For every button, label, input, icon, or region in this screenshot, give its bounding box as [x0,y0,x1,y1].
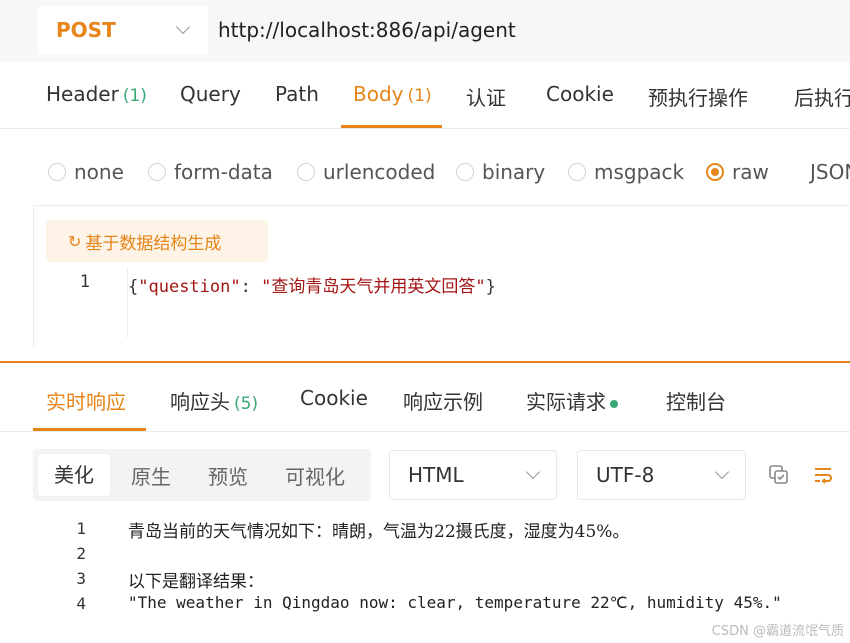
chevron-down-icon [714,464,730,480]
tab-label: Cookie [546,82,614,106]
tab-response-headers[interactable]: 响应头 (5) [170,386,258,415]
view-mode-tabs: 美化 原生 预览 可视化 [33,449,371,501]
radio-urlencoded[interactable]: urlencoded [297,160,435,184]
response-tabs: 实时响应 响应头 (5) Cookie 响应示例 实际请求 控制台 [0,366,850,430]
tab-body[interactable]: Body (1) [353,82,432,106]
watermark: CSDN @霸道流氓气质 [711,624,844,639]
wrap-lines-icon[interactable] [810,462,836,488]
radio-label: form-data [174,160,273,184]
json-value: "查询青岛天气并用英文回答" [261,277,486,297]
radio-icon [297,163,315,181]
response-line: 3 以下是翻译结果： [0,567,850,592]
tab-response-examples[interactable]: 响应示例 [403,386,483,415]
radio-icon [48,163,66,181]
tab-label: 后执行 [794,86,850,110]
view-pretty[interactable]: 美化 [38,454,110,496]
response-line: 1 青岛当前的天气情况如下：晴朗，气温为22摄氏度，湿度为45%。 [0,517,850,542]
refresh-icon: ↻ [68,231,82,251]
divider [0,128,850,129]
tab-auth[interactable]: 认证 [466,82,506,111]
line-number: 4 [76,594,86,613]
radio-msgpack[interactable]: msgpack [568,160,684,184]
divider [0,431,850,432]
tab-label: Query [180,82,241,106]
json-key: "question" [138,277,241,297]
code-line: 1 {"question": "查询青岛天气并用英文回答"} [0,268,850,298]
radio-label: urlencoded [323,160,436,184]
tab-label: 实时响应 [46,390,126,414]
code-content[interactable]: {"question": "查询青岛天气并用英文回答"} [128,272,496,297]
response-line: 2 [0,542,850,567]
tab-pre-request[interactable]: 预执行操作 [648,82,748,111]
json-colon: : [240,277,262,297]
tab-label: 预执行操作 [648,86,748,110]
line-number: 1 [76,519,86,538]
generate-from-schema-button[interactable]: ↻ 基于数据结构生成 [46,220,268,262]
tab-label: Header [46,82,119,106]
view-preview[interactable]: 预览 [208,461,248,490]
radio-checked-icon [706,163,724,181]
tab-cookie[interactable]: Cookie [546,82,614,106]
radio-icon [568,163,586,181]
view-visualize[interactable]: 可视化 [285,461,345,490]
tab-label: 响应示例 [403,390,483,414]
encoding-select[interactable]: UTF-8 [577,450,746,500]
format-select[interactable]: HTML [389,450,557,500]
chevron-down-icon [175,19,191,35]
method-select[interactable]: POST [38,6,208,54]
response-line: 4 "The weather in Qingdao now: clear, te… [0,592,850,617]
brace-close: } [485,277,496,297]
radio-label: none [74,160,124,184]
radio-label: msgpack [594,160,685,184]
tab-count: (1) [407,86,432,106]
radio-json[interactable]: JSON [810,160,850,184]
view-raw[interactable]: 原生 [131,461,171,490]
tab-label: Body [353,82,404,106]
radio-none[interactable]: none [48,160,124,184]
tab-live-response[interactable]: 实时响应 [46,386,126,415]
tab-label: Cookie [300,386,368,410]
radio-label: binary [482,160,546,184]
request-tabs: Header (1) Query Path Body (1) 认证 Cookie 预… [0,64,850,128]
tab-path[interactable]: Path [275,82,319,106]
radio-raw[interactable]: raw [706,160,769,184]
radio-label: raw [732,160,769,184]
tab-count: (5) [234,394,259,414]
radio-binary[interactable]: binary [456,160,545,184]
tab-actual-request[interactable]: 实际请求 [526,386,618,415]
radio-label: JSON [810,160,850,184]
status-dot-icon [610,399,618,408]
brace-open: { [128,277,139,297]
response-text: "The weather in Qingdao now: clear, temp… [128,593,782,612]
body-type-radios: none form-data urlencoded binary msgpack… [0,150,850,194]
tab-response-cookie[interactable]: Cookie [300,386,368,410]
tab-header[interactable]: Header (1) [46,82,147,106]
tab-post-request[interactable]: 后执行 [794,82,850,111]
format-value: HTML [408,463,464,487]
tab-console[interactable]: 控制台 [666,386,726,415]
tab-label: 控制台 [666,390,726,414]
response-text: 以下是翻译结果： [128,572,264,592]
encoding-value: UTF-8 [596,463,655,487]
tab-count: (1) [122,86,147,106]
panel-splitter[interactable] [0,361,850,363]
tab-label: 响应头 [170,390,230,414]
line-number: 1 [79,272,90,292]
tab-query[interactable]: Query [180,82,241,106]
tab-label: 认证 [466,86,506,110]
method-label: POST [56,18,116,42]
tab-label: 实际请求 [526,390,606,414]
url-bar: POST http://localhost:886/api/agent [0,0,850,62]
radio-icon [148,163,166,181]
tab-label: Path [275,82,319,106]
chevron-down-icon [525,464,541,480]
line-number: 3 [76,569,86,588]
generate-label: 基于数据结构生成 [85,233,222,254]
copy-icon[interactable] [766,462,792,488]
radio-icon [456,163,474,181]
response-text: 青岛当前的天气情况如下：晴朗，气温为22摄氏度，湿度为45%。 [128,522,630,542]
line-number: 2 [76,544,86,563]
url-input[interactable]: http://localhost:886/api/agent [218,6,850,54]
radio-form-data[interactable]: form-data [148,160,273,184]
